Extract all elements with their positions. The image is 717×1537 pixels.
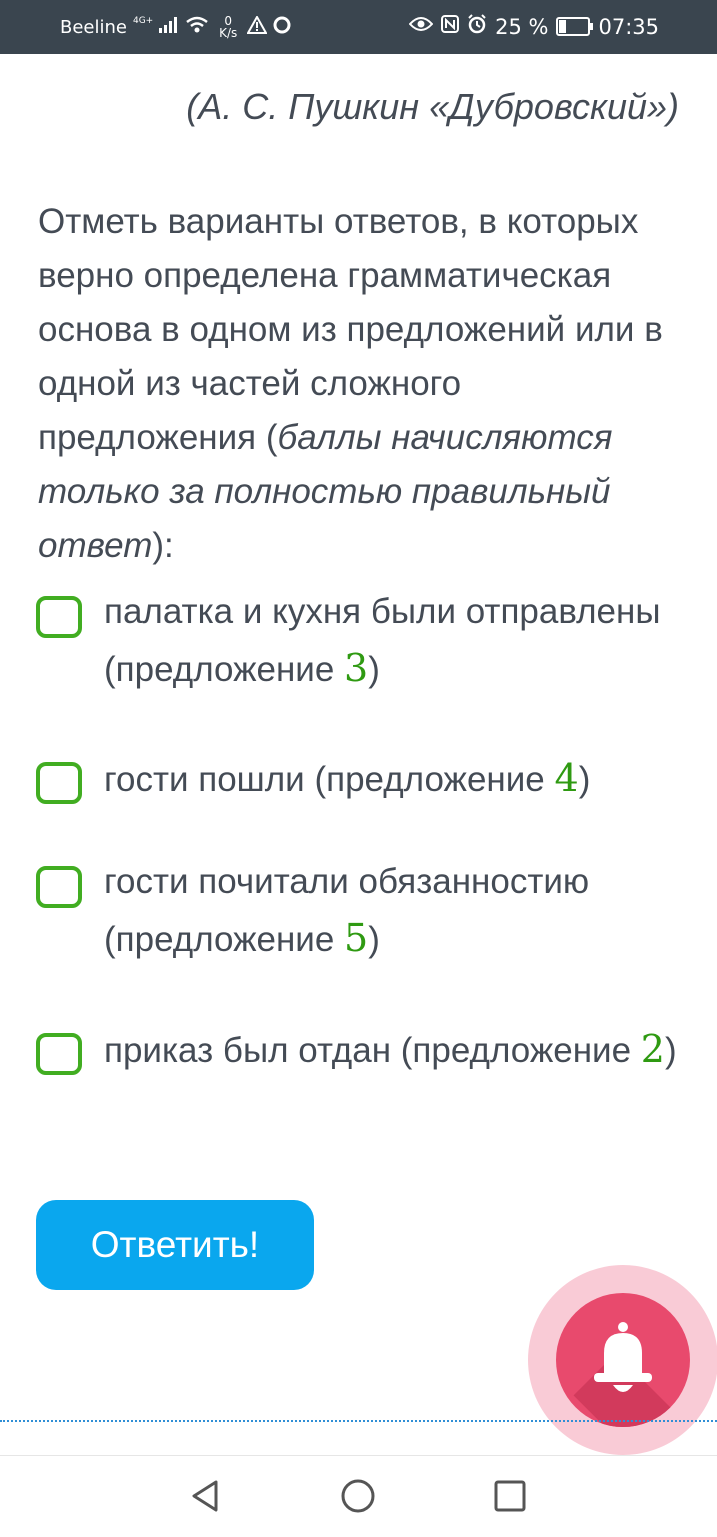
option-1-number: 3 — [344, 646, 369, 690]
option-2-close: ) — [578, 760, 591, 799]
battery-percent: 25 % — [495, 14, 549, 39]
option-3-number: 5 — [344, 916, 369, 960]
option-4-number: 2 — [640, 1027, 665, 1071]
battery-fill — [559, 20, 567, 33]
status-bar: Beeline 4G+ 0 K/s 25 % 07:35 — [0, 0, 717, 54]
option-1-close: ) — [368, 650, 380, 689]
option-4-close: ) — [664, 1031, 677, 1070]
question-text: Отметь варианты ответов, в которых верно… — [38, 195, 678, 573]
status-right: 25 % 07:35 — [408, 14, 659, 39]
home-icon[interactable] — [338, 1476, 378, 1516]
submit-button[interactable]: Ответить! — [36, 1200, 314, 1290]
checkbox-2[interactable] — [36, 762, 82, 804]
option-4[interactable]: приказ был отдан (предложение 2) — [36, 1027, 686, 1079]
battery-icon — [556, 17, 594, 36]
notification-button[interactable] — [556, 1293, 690, 1427]
option-1-label: палатка и кухня были отправлены (предлож… — [104, 584, 684, 698]
carrier-name: Beeline — [60, 16, 127, 38]
option-1[interactable]: палатка и кухня были отправлены (предлож… — [36, 590, 686, 698]
recents-icon[interactable] — [490, 1476, 530, 1516]
option-2-label: гости пошли (предложение 4) — [104, 750, 684, 808]
option-2-text: гости пошли (предложение — [104, 760, 555, 799]
network-speed: 0 K/s — [215, 15, 241, 39]
option-3[interactable]: гости почитали обязанностию (предложение… — [36, 860, 686, 968]
nfc-icon — [441, 15, 460, 38]
bell-icon — [594, 1322, 652, 1392]
divider — [0, 1420, 717, 1422]
option-3-label: гости почитали обязанностию (предложение… — [104, 854, 684, 968]
checkbox-1[interactable] — [36, 596, 82, 638]
network-type: 4G+ — [132, 15, 154, 26]
signal-icon — [159, 16, 179, 38]
eye-icon — [408, 16, 434, 37]
citation: (А. С. Пушкин «Дубровский») — [186, 86, 679, 127]
chat-icon — [273, 16, 291, 39]
back-icon[interactable] — [186, 1476, 226, 1516]
alarm-icon — [467, 14, 487, 39]
wifi-icon — [185, 16, 209, 39]
option-2[interactable]: гости пошли (предложение 4) — [36, 756, 686, 808]
option-3-close: ) — [368, 920, 380, 959]
warning-icon — [246, 14, 268, 39]
status-left: Beeline 4G+ 0 K/s — [60, 14, 291, 39]
option-4-text: приказ был отдан (предложение — [104, 1031, 641, 1070]
checkbox-4[interactable] — [36, 1033, 82, 1075]
option-4-label: приказ был отдан (предложение 2) — [104, 1021, 684, 1079]
option-1-text: палатка и кухня были отправлены (предлож… — [104, 592, 661, 689]
checkbox-3[interactable] — [36, 866, 82, 908]
option-2-number: 4 — [554, 756, 579, 800]
question-end: ): — [152, 526, 174, 565]
speed-unit: K/s — [219, 26, 238, 40]
clock: 07:35 — [598, 14, 659, 39]
system-nav-bar — [0, 1455, 717, 1537]
